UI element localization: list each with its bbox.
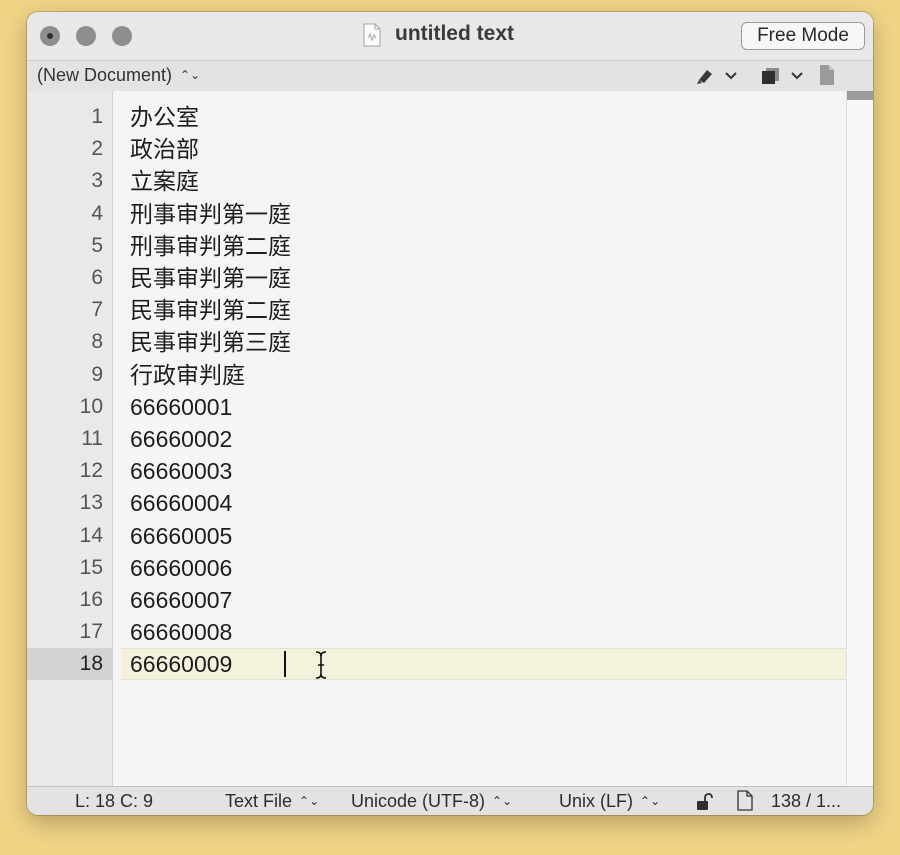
status-bar: L: 18 C: 9 Text File ⌃⌄ Unicode (UTF-8) ⌃⌄… (27, 786, 873, 815)
updown-chevron-icon: ⌃⌄ (299, 794, 320, 808)
line-endings-selector[interactable]: Unix (LF) ⌃⌄ (559, 791, 660, 812)
line-number: 10 (79, 394, 103, 418)
document-proxy-icon[interactable] (362, 23, 382, 47)
close-button[interactable] (40, 26, 60, 46)
line-number-gutter: 1 2 3 4 5 6 7 8 9 10 11 12 13 14 15 16 17 18 (27, 91, 113, 786)
line-number: 5 (91, 233, 103, 257)
updown-chevron-icon: ⌃⌄ (640, 794, 661, 808)
text-editor[interactable]: 1 2 3 4 5 6 7 8 9 10 11 12 13 14 15 16 17 18 办公室 政治部 立案庭 刑事审… (27, 91, 873, 786)
text-caret (284, 651, 286, 678)
text-line[interactable]: 立案庭 (130, 165, 199, 197)
line-number: 15 (79, 555, 103, 579)
layers-icon[interactable] (760, 66, 782, 86)
marker-pen-icon[interactable] (695, 66, 717, 86)
scrollbar-marker (847, 91, 873, 100)
text-line[interactable]: 66660007 (130, 584, 232, 616)
chevron-down-icon[interactable] (724, 70, 738, 82)
line-number: 13 (79, 491, 103, 515)
cursor-position[interactable]: L: 18 C: 9 (75, 791, 153, 812)
line-number: 1 (91, 105, 103, 128)
zoom-button[interactable] (112, 26, 132, 46)
line-number: 14 (79, 523, 103, 547)
free-mode-button[interactable]: Free Mode (741, 22, 865, 50)
document-count-icon (737, 790, 753, 811)
line-number: 16 (79, 588, 103, 611)
text-line[interactable]: 民事审判第一庭 (130, 262, 291, 294)
document-icon[interactable] (818, 64, 836, 86)
line-number: 3 (91, 169, 103, 193)
text-line[interactable]: 66660004 (130, 487, 232, 519)
editor-window: untitled text Free Mode (New Document) ⌃⌄… (27, 12, 873, 815)
line-endings-label: Unix (LF) (559, 791, 634, 811)
character-count[interactable]: 138 / 1... (771, 791, 841, 812)
line-number: 2 (91, 137, 103, 161)
updown-chevron-icon: ⌃⌄ (492, 794, 513, 808)
window-title: untitled text (395, 22, 514, 45)
text-line[interactable]: 刑事审判第一庭 (130, 198, 291, 230)
text-line[interactable]: 66660002 (130, 423, 232, 455)
line-number: 4 (91, 201, 103, 225)
text-line[interactable]: 66660008 (130, 616, 232, 648)
line-number: 18 (79, 652, 103, 676)
vertical-scrollbar[interactable] (846, 91, 873, 786)
document-selector-label: (New Document) (37, 65, 173, 85)
syntax-label: Text File (225, 791, 293, 811)
line-number: 9 (91, 362, 103, 386)
ibeam-cursor-icon (315, 651, 327, 680)
updown-chevron-icon: ⌃⌄ (180, 68, 201, 82)
encoding-selector[interactable]: Unicode (UTF-8) ⌃⌄ (351, 791, 512, 812)
document-selector[interactable]: (New Document) ⌃⌄ (37, 65, 200, 86)
text-line[interactable]: 行政审判庭 (130, 359, 245, 391)
navigation-bar: (New Document) ⌃⌄ (27, 60, 873, 92)
text-line[interactable]: 办公室 (130, 101, 199, 133)
unlocked-icon[interactable] (695, 793, 713, 811)
minimize-button[interactable] (76, 26, 96, 46)
text-line[interactable]: 66660003 (130, 455, 232, 487)
text-line[interactable]: 66660005 (130, 520, 232, 552)
text-line[interactable]: 66660006 (130, 552, 232, 584)
syntax-selector[interactable]: Text File ⌃⌄ (225, 791, 319, 812)
text-line[interactable]: 66660001 (130, 391, 232, 423)
line-number: 8 (91, 330, 103, 354)
text-line[interactable]: 刑事审判第二庭 (130, 230, 291, 262)
encoding-label: Unicode (UTF-8) (351, 791, 486, 811)
line-number: 11 (81, 427, 103, 450)
text-line[interactable]: 民事审判第二庭 (130, 294, 291, 326)
line-number: 6 (91, 266, 103, 289)
line-number: 17 (79, 620, 103, 644)
text-content[interactable]: 办公室 政治部 立案庭 刑事审判第一庭 刑事审判第二庭 民事审判第一庭 民事审判第二庭 民事审… (113, 91, 846, 786)
text-line[interactable]: 66660009 (130, 648, 232, 680)
text-line[interactable]: 政治部 (130, 133, 199, 165)
line-number: 12 (79, 459, 103, 483)
title-bar: untitled text Free Mode (27, 12, 873, 60)
line-number: 7 (91, 298, 103, 322)
text-line[interactable]: 民事审判第三庭 (130, 326, 291, 358)
chevron-down-icon[interactable] (790, 70, 804, 82)
